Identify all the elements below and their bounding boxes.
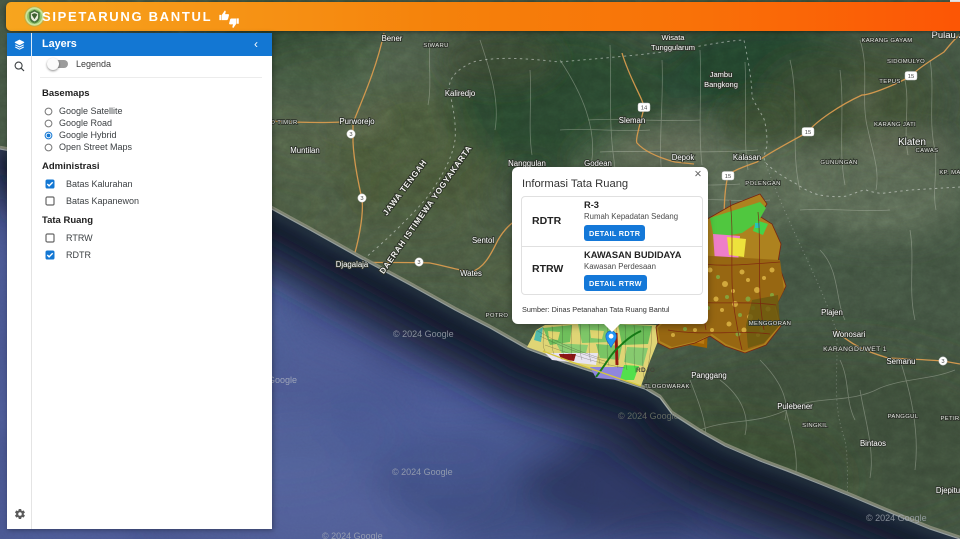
svg-text:14: 14 [641, 106, 648, 112]
svg-text:3: 3 [349, 132, 352, 138]
svg-text:KARANG JATI: KARANG JATI [874, 122, 916, 128]
svg-text:3: 3 [941, 359, 944, 365]
svg-text:MENGGORAN: MENGGORAN [749, 321, 791, 327]
svg-text:Klaten: Klaten [898, 137, 926, 148]
svg-text:POLENGAN: POLENGAN [745, 181, 781, 187]
svg-text:RDJO: RDJO [636, 367, 655, 374]
svg-text:Jambu: Jambu [710, 70, 733, 79]
svg-text:Pulebener: Pulebener [777, 402, 813, 411]
svg-text:Depok: Depok [672, 153, 695, 162]
svg-text:Muntilan: Muntilan [290, 146, 319, 155]
svg-text:15: 15 [805, 130, 811, 136]
svg-text:SIDOMULYO: SIDOMULYO [887, 59, 925, 65]
svg-text:KARANG GAYAM: KARANG GAYAM [861, 38, 912, 44]
svg-text:Sentol: Sentol [472, 236, 494, 245]
svg-text:Panggang: Panggang [691, 371, 727, 380]
svg-text:3: 3 [360, 196, 363, 202]
svg-text:Kalasan: Kalasan [733, 153, 761, 162]
svg-text:Kaliredjo: Kaliredjo [445, 89, 476, 98]
svg-text:© 2024 Google: © 2024 Google [392, 467, 453, 477]
svg-text:Semanu: Semanu [886, 357, 915, 366]
svg-text:TEPUS: TEPUS [879, 79, 900, 85]
svg-text:15: 15 [725, 174, 731, 180]
svg-text:Sleman: Sleman [619, 116, 645, 125]
svg-text:SINGKIL: SINGKIL [802, 423, 828, 429]
svg-text:Google: Google [268, 375, 297, 385]
svg-text:Wonosari: Wonosari [833, 330, 866, 339]
svg-text:Plajen: Plajen [821, 308, 843, 317]
svg-text:O TIMUR: O TIMUR [270, 120, 297, 126]
svg-text:PETIR: PETIR [940, 416, 959, 422]
svg-text:Bener: Bener [382, 34, 403, 43]
svg-text:3: 3 [417, 260, 420, 266]
svg-text:KP. MA: KP. MA [939, 170, 960, 176]
svg-text:CAWAS: CAWAS [916, 148, 939, 154]
svg-text:Bangkong: Bangkong [704, 80, 738, 89]
svg-text:GUNUNGAN: GUNUNGAN [820, 160, 857, 166]
svg-text:© 2024 Google: © 2024 Google [618, 411, 679, 421]
svg-text:TLOGOWARAK: TLOGOWARAK [644, 384, 690, 390]
svg-text:Pulau Ja: Pulau Ja [932, 30, 960, 41]
svg-text:Djagalaja: Djagalaja [336, 260, 369, 269]
svg-text:© 2024 Google: © 2024 Google [322, 531, 383, 539]
svg-text:© 2024 Google: © 2024 Google [393, 329, 454, 339]
svg-text:Tunggularum: Tunggularum [651, 43, 695, 52]
svg-text:Wisata: Wisata [662, 33, 686, 42]
svg-text:Purworejo: Purworejo [339, 117, 375, 126]
svg-text:Bintaos: Bintaos [860, 439, 886, 448]
svg-text:Djepitu: Djepitu [936, 486, 960, 495]
svg-text:PANGGUL: PANGGUL [888, 414, 919, 420]
svg-text:© 2024 Google: © 2024 Google [866, 513, 927, 523]
svg-text:SIWARU: SIWARU [423, 43, 448, 49]
svg-text:POTRO: POTRO [486, 313, 509, 319]
svg-text:KARANGDUWET 1: KARANGDUWET 1 [823, 346, 887, 353]
svg-text:15: 15 [908, 74, 914, 80]
svg-text:Wates: Wates [460, 269, 482, 278]
